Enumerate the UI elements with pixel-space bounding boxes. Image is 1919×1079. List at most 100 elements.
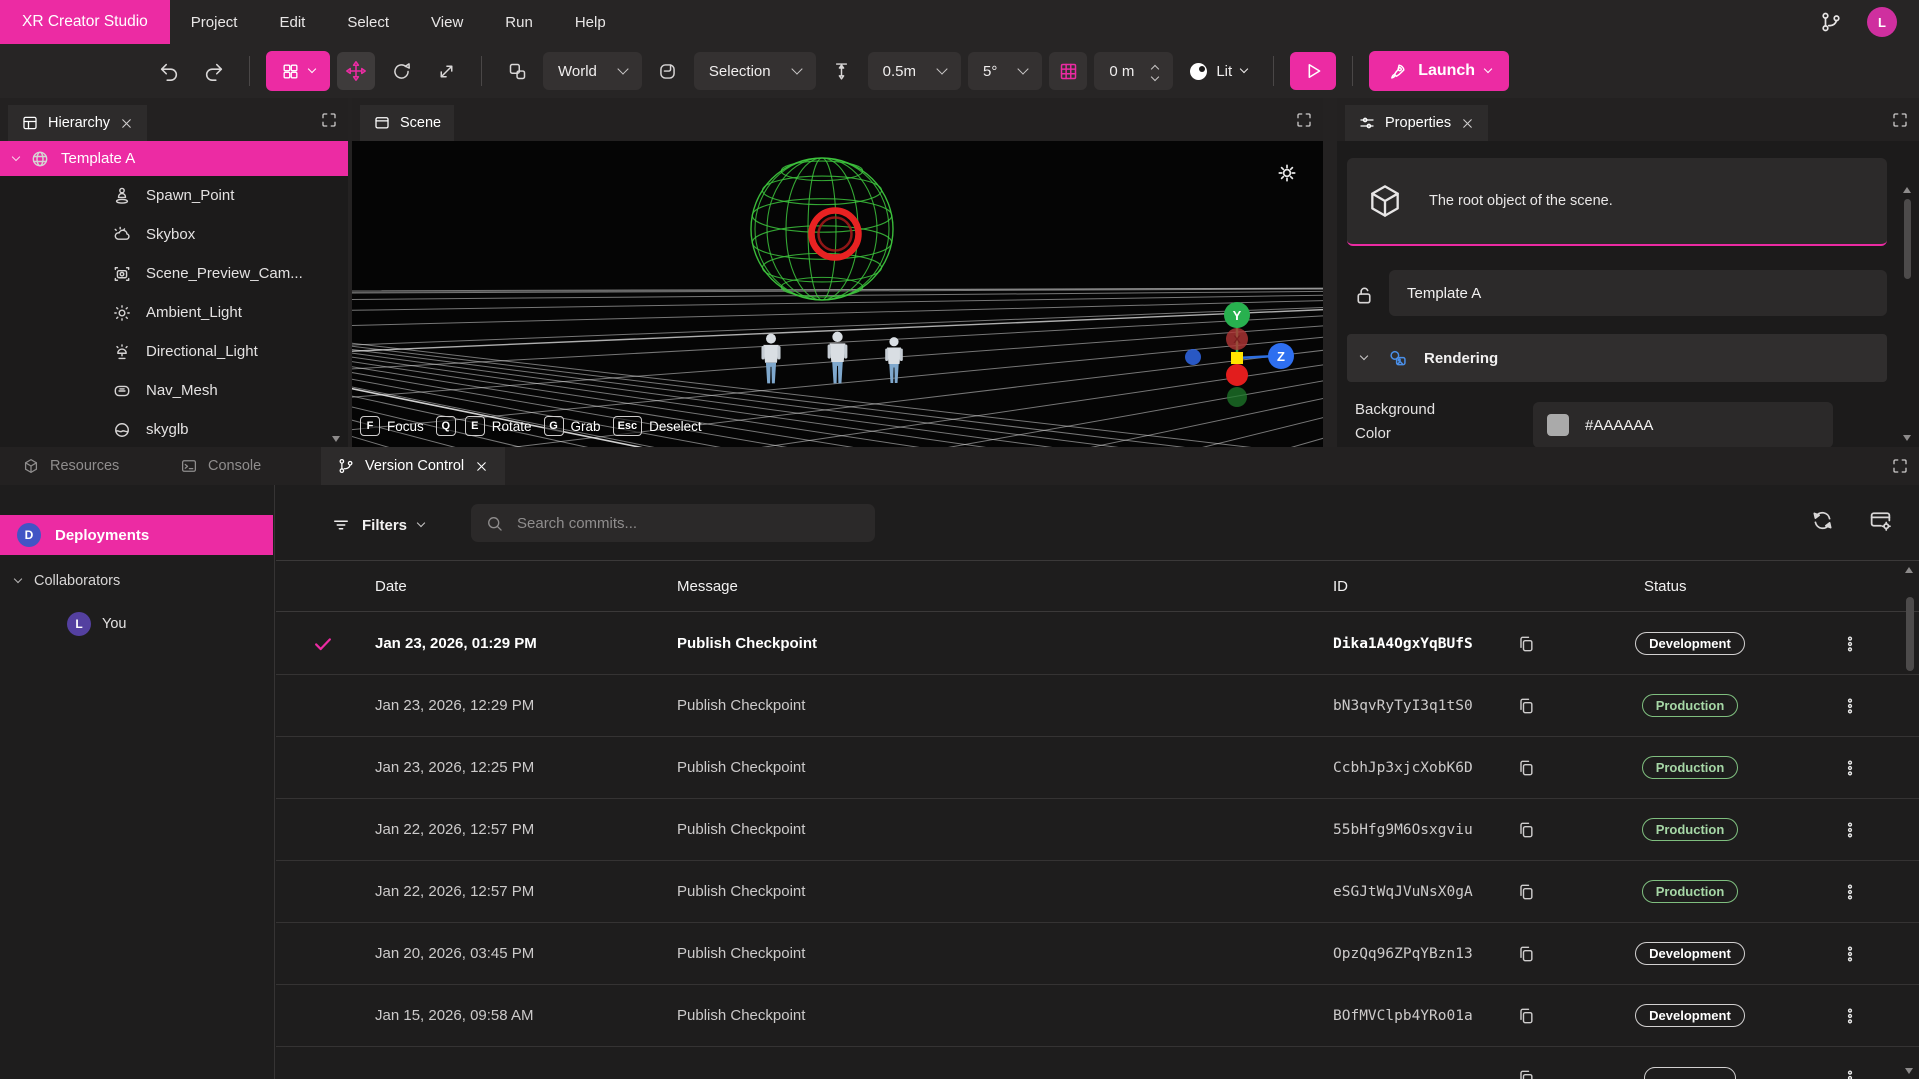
scrollbar-thumb[interactable] <box>1906 597 1914 671</box>
search-input[interactable] <box>515 514 835 533</box>
background-color-picker[interactable]: #AAAAAA <box>1533 402 1833 447</box>
menu-item-select[interactable]: Select <box>326 0 410 44</box>
menu-item-project[interactable]: Project <box>170 0 259 44</box>
sidebar-item-collaborators[interactable]: Collaborators <box>15 573 120 589</box>
tab-console[interactable]: Console <box>164 447 277 485</box>
row-menu-button[interactable] <box>1836 613 1864 674</box>
transform-space-dropdown[interactable]: World <box>543 52 642 90</box>
redo-button[interactable] <box>195 52 233 90</box>
copy-id-button[interactable] <box>1516 737 1536 798</box>
frame-button[interactable] <box>649 52 687 90</box>
tab-resources[interactable]: Resources <box>6 447 135 485</box>
row-menu-button[interactable] <box>1836 861 1864 922</box>
tab-scene[interactable]: Scene <box>360 105 454 141</box>
move-snap-dropdown[interactable]: 0.5m <box>868 52 961 90</box>
copy-id-button[interactable] <box>1516 675 1536 736</box>
row-menu-button[interactable] <box>1836 675 1864 736</box>
sidebar-item-deployments[interactable]: D Deployments <box>0 515 273 555</box>
hierarchy-item-root[interactable]: Template A <box>0 141 348 176</box>
play-button[interactable] <box>1290 52 1336 90</box>
hierarchy-item-ambient-light[interactable]: Ambient_Light <box>0 293 348 332</box>
close-icon[interactable] <box>474 459 489 474</box>
wireframe-sphere[interactable] <box>742 145 902 315</box>
copy-id-button[interactable] <box>1516 923 1536 984</box>
tab-hierarchy[interactable]: Hierarchy <box>8 105 147 141</box>
commit-row[interactable]: Jan 22, 2026, 12:57 PM Publish Checkpoin… <box>276 861 1919 923</box>
expand-panel-button[interactable] <box>1891 111 1909 129</box>
branch-icon[interactable] <box>1819 10 1843 34</box>
row-menu-button[interactable] <box>1836 923 1864 984</box>
select-tool-button[interactable] <box>266 51 330 91</box>
hierarchy-item-skybox[interactable]: Skybox <box>0 215 348 254</box>
copy-id-button[interactable] <box>1516 861 1536 922</box>
scroll-up-indicator[interactable] <box>1903 187 1911 193</box>
commit-row[interactable]: Jan 22, 2026, 12:57 PM Publish Checkpoin… <box>276 799 1919 861</box>
commit-row-partial[interactable] <box>276 1047 1919 1079</box>
row-menu-button[interactable] <box>1836 1047 1864 1079</box>
menu-item-view[interactable]: View <box>410 0 484 44</box>
close-icon[interactable] <box>1460 116 1475 131</box>
hierarchy-item-nav-mesh[interactable]: Nav_Mesh <box>0 371 348 410</box>
commit-row[interactable]: Jan 23, 2026, 12:25 PM Publish Checkpoin… <box>276 737 1919 799</box>
scale-tool-button[interactable] <box>427 52 465 90</box>
snap-move-button[interactable] <box>823 52 861 90</box>
hierarchy-item-spawn-point[interactable]: Spawn_Point <box>0 176 348 215</box>
rendering-section-header[interactable]: Rendering <box>1347 334 1887 382</box>
chevron-down-icon[interactable] <box>12 152 20 160</box>
tab-properties[interactable]: Properties <box>1345 105 1488 141</box>
hierarchy-item-skyglb[interactable]: skyglb <box>0 410 348 447</box>
expand-panel-button[interactable] <box>1295 111 1313 129</box>
launch-button[interactable]: Launch <box>1369 51 1509 91</box>
chevron-down-icon[interactable] <box>1151 72 1159 80</box>
expand-panel-button[interactable] <box>1891 457 1909 475</box>
deploy-settings-button[interactable] <box>1868 508 1893 533</box>
rotate-tool-button[interactable] <box>382 52 420 90</box>
avatar-figures[interactable] <box>750 323 920 395</box>
hierarchy-item-directional-light[interactable]: Directional_Light <box>0 332 348 371</box>
commit-row[interactable]: Jan 23, 2026, 01:29 PM Publish Checkpoin… <box>276 613 1919 675</box>
refresh-button[interactable] <box>1810 508 1835 533</box>
copy-id-button[interactable] <box>1516 1047 1536 1079</box>
avatar[interactable]: L <box>1867 7 1897 37</box>
copy-id-button[interactable] <box>1516 613 1536 674</box>
scroll-down-indicator[interactable] <box>1905 1068 1913 1074</box>
scroll-down-indicator[interactable] <box>1903 435 1911 441</box>
shading-dropdown[interactable]: Lit <box>1180 63 1257 80</box>
scroll-down-indicator[interactable] <box>332 436 340 442</box>
expand-icon <box>320 111 338 129</box>
copy-id-button[interactable] <box>1516 799 1536 860</box>
undo-button[interactable] <box>150 52 188 90</box>
row-menu-button[interactable] <box>1836 985 1864 1046</box>
snap-grid-button[interactable] <box>1049 52 1087 90</box>
commit-row[interactable]: Jan 20, 2026, 03:45 PM Publish Checkpoin… <box>276 923 1919 985</box>
filters-dropdown[interactable]: Filters <box>331 515 424 535</box>
commit-row[interactable]: Jan 15, 2026, 09:58 AM Publish Checkpoin… <box>276 985 1919 1047</box>
transform-gizmo[interactable]: X Y Z <box>1152 293 1322 418</box>
chevron-up-icon[interactable] <box>1151 64 1159 72</box>
sidebar-item-you[interactable]: L You <box>67 612 126 636</box>
copy-id-button[interactable] <box>1516 985 1536 1046</box>
tab-version-control[interactable]: Version Control <box>321 447 505 485</box>
commit-row[interactable]: Jan 23, 2026, 12:29 PM Publish Checkpoin… <box>276 675 1919 737</box>
rotate-snap-dropdown[interactable]: 5° <box>968 52 1042 90</box>
menu-item-run[interactable]: Run <box>484 0 554 44</box>
object-name-field[interactable]: Template A <box>1389 270 1887 316</box>
viewport-settings-button[interactable] <box>1275 161 1299 185</box>
scrollbar-thumb[interactable] <box>1904 199 1911 279</box>
pivot-button[interactable] <box>498 52 536 90</box>
pivot-mode-dropdown[interactable]: Selection <box>694 52 816 90</box>
scene-viewport[interactable]: X Y Z F Focus Q E Rotate G Grab Esc Dese… <box>352 141 1323 447</box>
expand-panel-button[interactable] <box>320 111 338 129</box>
move-tool-button[interactable] <box>337 52 375 90</box>
close-icon[interactable] <box>119 116 134 131</box>
lock-button[interactable] <box>1353 284 1376 307</box>
hierarchy-item-scene-preview-cam-[interactable]: Scene_Preview_Cam... <box>0 254 348 293</box>
color-swatch[interactable] <box>1547 414 1569 436</box>
menu-item-edit[interactable]: Edit <box>258 0 326 44</box>
row-menu-button[interactable] <box>1836 737 1864 798</box>
scroll-up-indicator[interactable] <box>1905 567 1913 573</box>
menu-item-help[interactable]: Help <box>554 0 627 44</box>
grid-height-stepper[interactable]: 0 m <box>1094 52 1173 90</box>
row-menu-button[interactable] <box>1836 799 1864 860</box>
bottom-panel: Resources Console Version Control D Depl… <box>0 447 1919 1079</box>
